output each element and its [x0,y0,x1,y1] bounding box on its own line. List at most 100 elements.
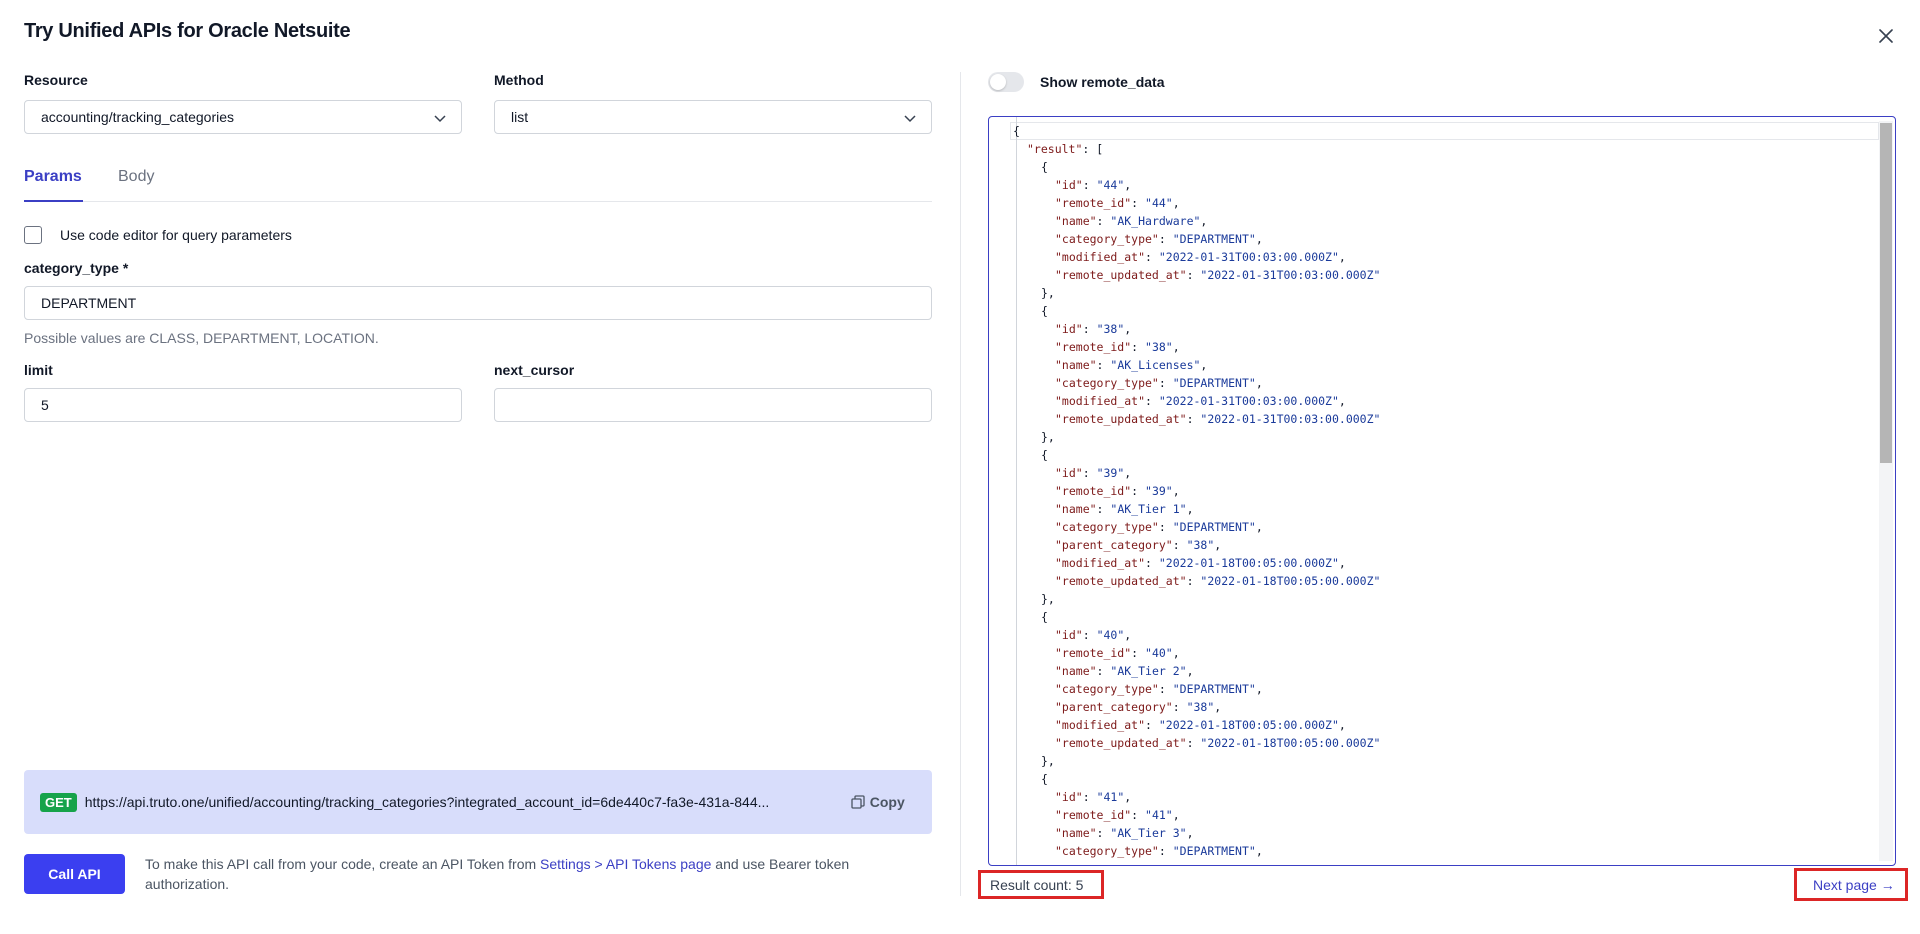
copy-icon [851,795,865,809]
json-string: "41" [1145,808,1173,822]
code-line: }, [989,428,1380,446]
method-select[interactable]: list [494,100,932,134]
code-line: "name": "AK_Licenses", [989,356,1380,374]
toggle-knob [990,74,1006,90]
code-line: "name": "AK_Tier 1", [989,500,1380,518]
json-key: "modified_at" [1055,556,1146,570]
json-punctuation: : [1145,556,1159,570]
request-url-bar: GET https://api.truto.one/unified/accoun… [24,770,932,834]
json-punctuation: : [1131,340,1146,354]
code-line: "remote_id": "44", [989,194,1380,212]
json-punctuation: { [1041,448,1048,462]
json-key: "name" [1055,826,1097,840]
json-punctuation: , [1214,700,1222,714]
code-line: { [989,770,1380,788]
next-cursor-input[interactable] [494,388,932,422]
json-punctuation: : [1131,484,1146,498]
json-punctuation: , [1172,484,1180,498]
json-punctuation: : [1082,628,1097,642]
json-punctuation: , [1214,538,1222,552]
json-punctuation: , [1255,844,1263,858]
json-punctuation: , [1186,502,1194,516]
json-punctuation: : [1131,196,1146,210]
json-string: "AK_Tier 1" [1110,502,1187,516]
copy-label: Copy [869,794,905,810]
json-punctuation: : [ [1082,142,1104,156]
chevron-down-icon [434,115,446,123]
code-line: "remote_id": "41", [989,806,1380,824]
code-editor-checkbox[interactable] [24,226,42,244]
json-punctuation: : [1082,322,1097,336]
result-count: Result count: 5 [978,870,1104,899]
json-punctuation: { [1041,610,1048,624]
copy-button[interactable]: Copy [851,794,905,810]
json-string: "40" [1096,628,1125,642]
json-key: "remote_updated_at" [1055,412,1187,426]
json-punctuation: : [1082,790,1097,804]
json-string: "39" [1096,466,1125,480]
json-punctuation: , [1255,232,1263,246]
api-tokens-link[interactable]: Settings > API Tokens page [540,856,711,872]
close-icon [1879,29,1893,43]
json-punctuation: : [1158,682,1173,696]
code-line: "remote_id": "39", [989,482,1380,500]
resource-select[interactable]: accounting/tracking_categories [24,100,462,134]
json-punctuation: : [1186,412,1201,426]
method-value: list [511,109,529,125]
tab-params[interactable]: Params [24,168,82,186]
code-line: "category_type": "DEPARTMENT", [989,374,1380,392]
next-cursor-label: next_cursor [494,362,575,378]
json-key: "modified_at" [1055,718,1146,732]
json-punctuation: , [1172,340,1180,354]
http-method-badge: GET [40,792,77,812]
json-punctuation: : [1145,718,1159,732]
json-punctuation: { [1041,304,1048,318]
json-key: "remote_updated_at" [1055,268,1187,282]
json-string: "41" [1096,790,1125,804]
code-line: "remote_updated_at": "2022-01-18T00:05:0… [989,734,1380,752]
json-key: "category_type" [1055,520,1159,534]
note-prefix: To make this API call from your code, cr… [145,856,541,872]
code-line: "category_type": "DEPARTMENT", [989,680,1380,698]
json-key: "category_type" [1055,232,1159,246]
code-line: "remote_id": "38", [989,338,1380,356]
json-punctuation: , [1338,718,1346,732]
response-code-editor[interactable]: {"result": [{"id": "44", "remote_id": "44… [988,116,1896,866]
json-punctuation: : [1082,178,1097,192]
json-key: "id" [1055,628,1083,642]
limit-input[interactable]: 5 [24,388,462,422]
json-string: "2022-01-31T00:03:00.000Z" [1158,250,1339,264]
code-line: "id": "39", [989,464,1380,482]
scrollbar-thumb[interactable] [1880,123,1892,463]
code-line: { [989,158,1380,176]
json-key: "remote_id" [1055,196,1132,210]
category-type-input[interactable]: DEPARTMENT [24,286,932,320]
json-punctuation: , [1338,556,1346,570]
show-remote-data-toggle[interactable] [988,72,1024,92]
json-punctuation: : [1082,466,1097,480]
tab-body[interactable]: Body [118,168,154,186]
call-api-button[interactable]: Call API [24,854,125,894]
json-punctuation: , [1338,250,1346,264]
json-punctuation: : [1145,250,1159,264]
json-punctuation: : [1186,736,1201,750]
json-punctuation: : [1145,394,1159,408]
json-string: "AK_Tier 2" [1110,664,1187,678]
json-punctuation: , [1124,178,1132,192]
next-page-link[interactable]: Next page → [1794,868,1908,901]
json-punctuation: , [1255,682,1263,696]
limit-label: limit [24,362,53,378]
close-button[interactable] [1874,24,1898,48]
json-punctuation: , [1172,196,1180,210]
json-string: "DEPARTMENT" [1172,520,1256,534]
json-punctuation: : [1096,826,1111,840]
json-string: "DEPARTMENT" [1172,844,1256,858]
json-punctuation: }, [1041,430,1055,444]
json-key: "name" [1055,502,1097,516]
code-line: "id": "41", [989,788,1380,806]
json-string: "40" [1145,646,1173,660]
json-string: "2022-01-31T00:03:00.000Z" [1200,268,1381,282]
json-punctuation: : [1096,664,1111,678]
chevron-down-icon [904,115,916,123]
json-punctuation: { [1013,124,1020,138]
